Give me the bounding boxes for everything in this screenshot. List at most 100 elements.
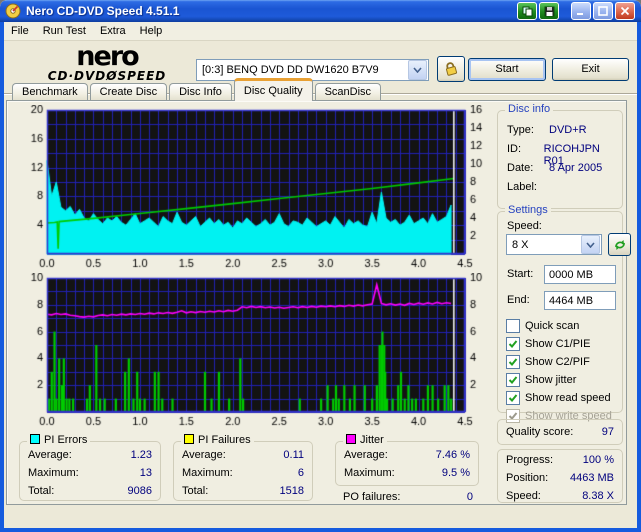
drive-select-value: [0:3] BENQ DVD DD DW1620 B7V9	[202, 64, 379, 76]
jitter-maximum-label: Maximum:	[344, 467, 395, 479]
start-position-label: Start:	[507, 268, 534, 280]
copy-button[interactable]	[517, 2, 537, 20]
jitter-title: Jitter	[360, 434, 384, 446]
window-border-bottom	[0, 528, 641, 532]
checkbox-label: Show jitter	[525, 373, 577, 386]
title-bar: Nero CD-DVD Speed 4.51.1	[0, 0, 641, 22]
checkbox-show-c1-pie[interactable]: Show C1/PIE	[506, 336, 590, 351]
tab-scandisc[interactable]: ScanDisc	[314, 83, 382, 101]
progress-value: 100 %	[582, 454, 614, 466]
pie-average-value: 1.23	[130, 449, 152, 461]
speed-select-arrow-button[interactable]	[581, 235, 600, 254]
maximize-button[interactable]	[593, 2, 613, 20]
checkbox-label: Quick scan	[525, 319, 580, 332]
save-button[interactable]	[539, 2, 559, 20]
end-position-field[interactable]	[544, 291, 616, 310]
disc-info-title: Disc info	[505, 103, 554, 115]
progress-box: Progress: 100 % Position: 4463 MB Speed: 8.…	[497, 449, 623, 503]
current-speed-value: 8.38 X	[582, 490, 614, 502]
app-icon	[5, 3, 21, 19]
pi-failures-swatch-icon	[184, 434, 194, 444]
disc-date-label: Date:	[507, 162, 534, 174]
progress-label: Progress:	[506, 454, 554, 466]
jitter-maximum-value: 9.5 %	[441, 467, 470, 479]
logo-text-nero: nero	[76, 41, 139, 72]
pif-average-label: Average:	[182, 449, 226, 461]
checkbox-label: Show C2/PIF	[525, 355, 590, 368]
exit-button[interactable]: Exit	[552, 58, 629, 81]
pi-errors-group: PI Errors Average: 1.23 Maximum: 13 Total:…	[19, 434, 161, 501]
close-button[interactable]	[615, 2, 635, 20]
tab-create-disc[interactable]: Create Disc	[89, 83, 168, 101]
settings-title: Settings	[505, 204, 551, 216]
minimize-button[interactable]	[571, 2, 591, 20]
app-window: Nero CD-DVD Speed 4.51.1 File Run Test E…	[0, 0, 641, 532]
exit-button-label: Exit	[581, 63, 600, 75]
po-failures-row: PO failures: 0	[343, 491, 473, 503]
quality-score-box: Quality score: 97	[497, 419, 623, 445]
menu-help[interactable]: Help	[133, 23, 170, 39]
pi-failures-title: PI Failures	[198, 434, 251, 446]
window-border-right	[637, 22, 641, 532]
tab-disc-info[interactable]: Disc Info	[169, 83, 232, 101]
disc-date-value: 8 Apr 2005	[549, 162, 603, 174]
eject-button[interactable]	[437, 56, 465, 82]
jitter-average-label: Average:	[344, 449, 388, 461]
checkbox-label: Show read speed	[525, 391, 611, 404]
drive-select-arrow-button[interactable]	[408, 60, 427, 80]
checkbox-box[interactable]	[506, 354, 520, 369]
position-value: 4463 MB	[569, 472, 614, 484]
save-icon	[544, 6, 554, 16]
start-position-field[interactable]	[544, 265, 616, 284]
current-speed-label: Speed:	[506, 490, 541, 502]
checkbox-quick-scan[interactable]: Quick scan	[506, 318, 579, 333]
pie-total-value: 9086	[127, 485, 152, 497]
menu-bar: File Run Test Extra Help	[4, 22, 637, 41]
settings-group: Settings Speed: 8 X Start: End:	[497, 204, 631, 423]
jitter-swatch-icon	[346, 434, 356, 444]
disc-type-value: DVD+R	[549, 124, 587, 136]
jitter-average-value: 7.46 %	[435, 449, 470, 461]
tab-strip: Benchmark Create Disc Disc Info Disc Qua…	[12, 78, 383, 101]
pif-total-value: 1518	[279, 485, 304, 497]
copy-icon	[522, 6, 532, 16]
pie-maximum-label: Maximum:	[28, 467, 79, 479]
menu-extra[interactable]: Extra	[93, 23, 133, 39]
speed-select[interactable]: 8 X	[506, 234, 602, 255]
menu-file[interactable]: File	[4, 23, 36, 39]
speed-select-value: 8 X	[512, 238, 529, 251]
quality-score-label: Quality score:	[506, 426, 574, 438]
lock-icon	[445, 62, 458, 76]
start-button-label: Start	[495, 63, 519, 75]
tab-disc-quality[interactable]: Disc Quality	[233, 78, 313, 101]
checkbox-show-jitter[interactable]: Show jitter	[506, 372, 576, 387]
checkbox-show-c2-pif[interactable]: Show C2/PIF	[506, 354, 590, 369]
disc-info-group: Disc info Type: DVD+R ID: RICOHJPN R01 Dat…	[497, 103, 623, 209]
checkbox-box[interactable]	[506, 372, 520, 387]
check-icon	[508, 393, 518, 402]
check-icon	[508, 375, 518, 384]
position-label: Position:	[506, 472, 549, 484]
pie-total-label: Total:	[28, 485, 55, 497]
start-button[interactable]: Start	[468, 58, 546, 81]
pie-maximum-value: 13	[139, 467, 152, 479]
check-icon	[508, 339, 518, 348]
disc-type-label: Type:	[507, 124, 534, 136]
pi-failures-group: PI Failures Average: 0.11 Maximum: 6 Total…	[173, 434, 313, 501]
check-icon	[508, 357, 518, 366]
pie-average-label: Average:	[28, 449, 72, 461]
checkbox-box[interactable]	[506, 318, 520, 333]
menu-run-test[interactable]: Run Test	[36, 23, 93, 39]
quality-score-value: 97	[601, 426, 614, 438]
refresh-speeds-button[interactable]	[608, 233, 631, 256]
pi-failures-jitter-chart	[21, 273, 499, 429]
speed-label: Speed:	[507, 220, 542, 232]
checkbox-box[interactable]	[506, 336, 520, 351]
chevron-down-icon	[586, 241, 595, 248]
disc-label-label: Label:	[507, 181, 537, 193]
pif-maximum-value: 6	[297, 467, 304, 479]
checkbox-box[interactable]	[506, 390, 520, 405]
pi-errors-title: PI Errors	[44, 434, 88, 446]
checkbox-show-read-speed[interactable]: Show read speed	[506, 390, 611, 405]
tab-benchmark[interactable]: Benchmark	[12, 83, 88, 101]
